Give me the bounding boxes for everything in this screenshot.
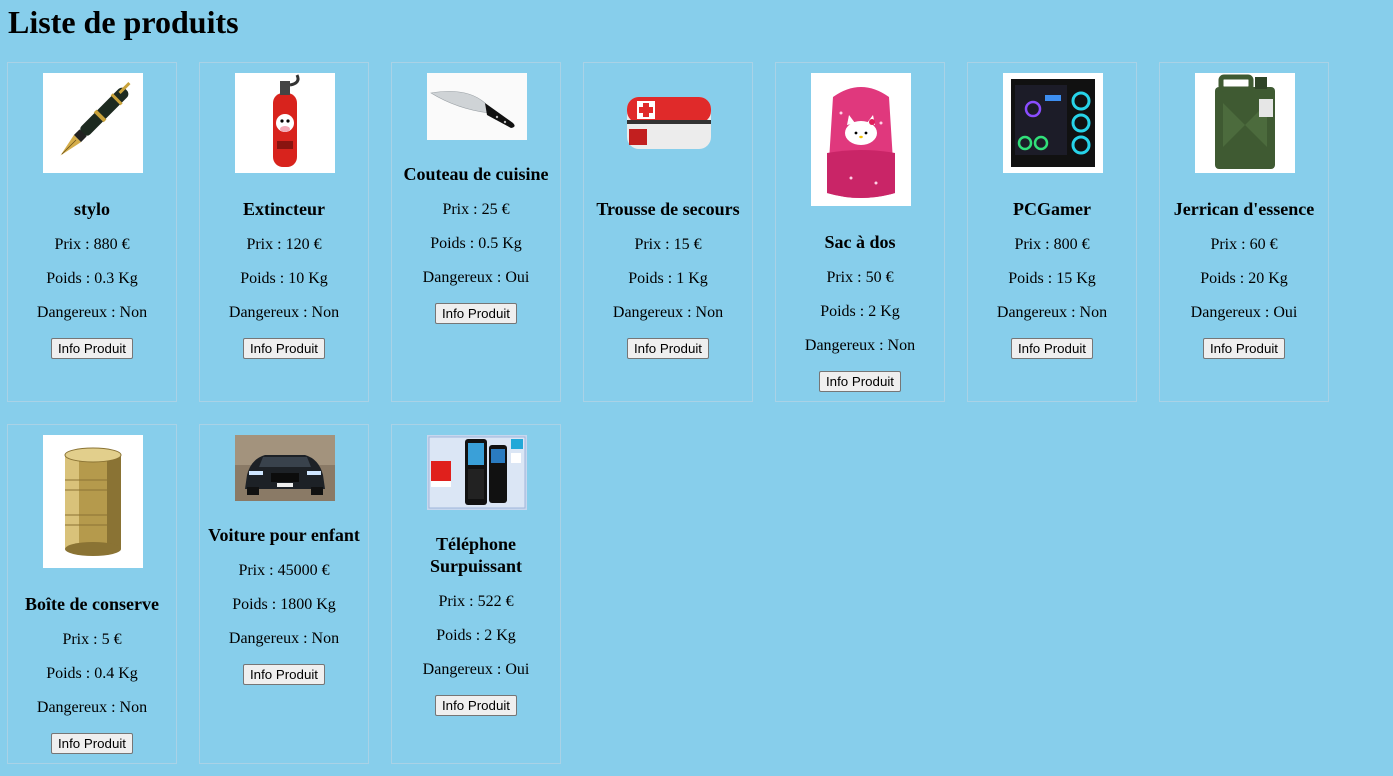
mobile-phone-image	[427, 435, 527, 510]
product-dangerous: Oui	[505, 269, 530, 286]
product-price: 5 €	[101, 631, 122, 648]
info-produit-button[interactable]: Info Produit	[434, 303, 517, 324]
product-name: Trousse de secours	[596, 199, 740, 219]
product-name: PCGamer	[1013, 199, 1091, 219]
tin-can-image	[43, 435, 143, 568]
product-price: 15 €	[673, 236, 702, 253]
info-produit-button[interactable]: Info Produit	[50, 733, 133, 754]
product-card: Téléphone Surpuissant Prix : 522 € Poids…	[391, 424, 561, 764]
info-produit-button[interactable]: Info Produit	[1202, 338, 1285, 359]
info-produit-button[interactable]: Info Produit	[242, 338, 325, 359]
kitchen-knife-image	[427, 73, 527, 140]
product-price: 800 €	[1053, 236, 1090, 253]
jerrycan-image	[1195, 73, 1295, 173]
product-dangerous: Non	[1079, 304, 1108, 321]
product-name: Boîte de conserve	[25, 594, 159, 614]
fire-extinguisher-image	[235, 73, 335, 173]
product-dangerous: Non	[311, 304, 340, 321]
product-price: 45000 €	[277, 562, 330, 579]
product-price: 522 €	[477, 593, 514, 610]
info-produit-button[interactable]: Info Produit	[818, 371, 901, 392]
product-dangerous: Oui	[1273, 304, 1298, 321]
info-produit-button[interactable]: Info Produit	[434, 695, 517, 716]
product-card: Trousse de secours Prix : 15 € Poids : 1…	[583, 62, 753, 402]
product-weight: 0.4 Kg	[94, 665, 138, 682]
info-produit-button[interactable]: Info Produit	[626, 338, 709, 359]
product-weight: 0.3 Kg	[94, 270, 138, 287]
product-name: Voiture pour enfant	[208, 525, 360, 545]
product-name: Jerrican d'essence	[1173, 199, 1315, 219]
product-dangerous: Oui	[505, 661, 530, 678]
product-name: Téléphone Surpuissant	[429, 534, 523, 576]
product-weight: 0.5 Kg	[478, 235, 522, 252]
product-dangerous: Non	[311, 630, 340, 647]
product-name: Extincteur	[243, 199, 325, 219]
product-name: Couteau de cuisine	[403, 164, 549, 184]
info-produit-button[interactable]: Info Produit	[242, 664, 325, 685]
product-price: 60 €	[1249, 236, 1278, 253]
product-dangerous: Non	[887, 337, 916, 354]
product-dangerous: Non	[119, 699, 148, 716]
product-name: stylo	[74, 199, 110, 219]
product-price: 25 €	[481, 201, 510, 218]
product-weight: 15 Kg	[1056, 270, 1096, 287]
product-price: 120 €	[285, 236, 322, 253]
product-card: Boîte de conserve Prix : 5 € Poids : 0.4…	[7, 424, 177, 764]
hello-kitty-backpack-image	[811, 73, 911, 206]
product-card: Sac à dos Prix : 50 € Poids : 2 Kg Dange…	[775, 62, 945, 402]
product-dangerous: Non	[119, 304, 148, 321]
product-card: Couteau de cuisine Prix : 25 € Poids : 0…	[391, 62, 561, 402]
product-weight: 2 Kg	[484, 627, 516, 644]
first-aid-kit-image	[619, 73, 719, 173]
product-weight: 2 Kg	[868, 303, 900, 320]
product-card: stylo Prix : 880 € Poids : 0.3 Kg Danger…	[7, 62, 177, 402]
info-produit-button[interactable]: Info Produit	[1010, 338, 1093, 359]
page-title: Liste de produits	[8, 4, 239, 40]
car-image	[235, 435, 335, 501]
product-weight: 1 Kg	[676, 270, 708, 287]
product-weight: 20 Kg	[1248, 270, 1288, 287]
product-weight: 1800 Kg	[280, 596, 336, 613]
product-price: 50 €	[865, 269, 894, 286]
info-produit-button[interactable]: Info Produit	[50, 338, 133, 359]
product-card: Voiture pour enfant Prix : 45000 € Poids…	[199, 424, 369, 764]
product-name: Sac à dos	[824, 232, 896, 252]
product-price: 880 €	[93, 236, 130, 253]
product-card: Extincteur Prix : 120 € Poids : 10 Kg Da…	[199, 62, 369, 402]
product-dangerous: Non	[695, 304, 724, 321]
fountain-pen-image	[43, 73, 143, 173]
product-card: PCGamer Prix : 800 € Poids : 15 Kg Dange…	[967, 62, 1137, 402]
product-weight: 10 Kg	[288, 270, 328, 287]
gaming-pc-image	[1003, 73, 1103, 173]
product-card: Jerrican d'essence Prix : 60 € Poids : 2…	[1159, 62, 1329, 402]
